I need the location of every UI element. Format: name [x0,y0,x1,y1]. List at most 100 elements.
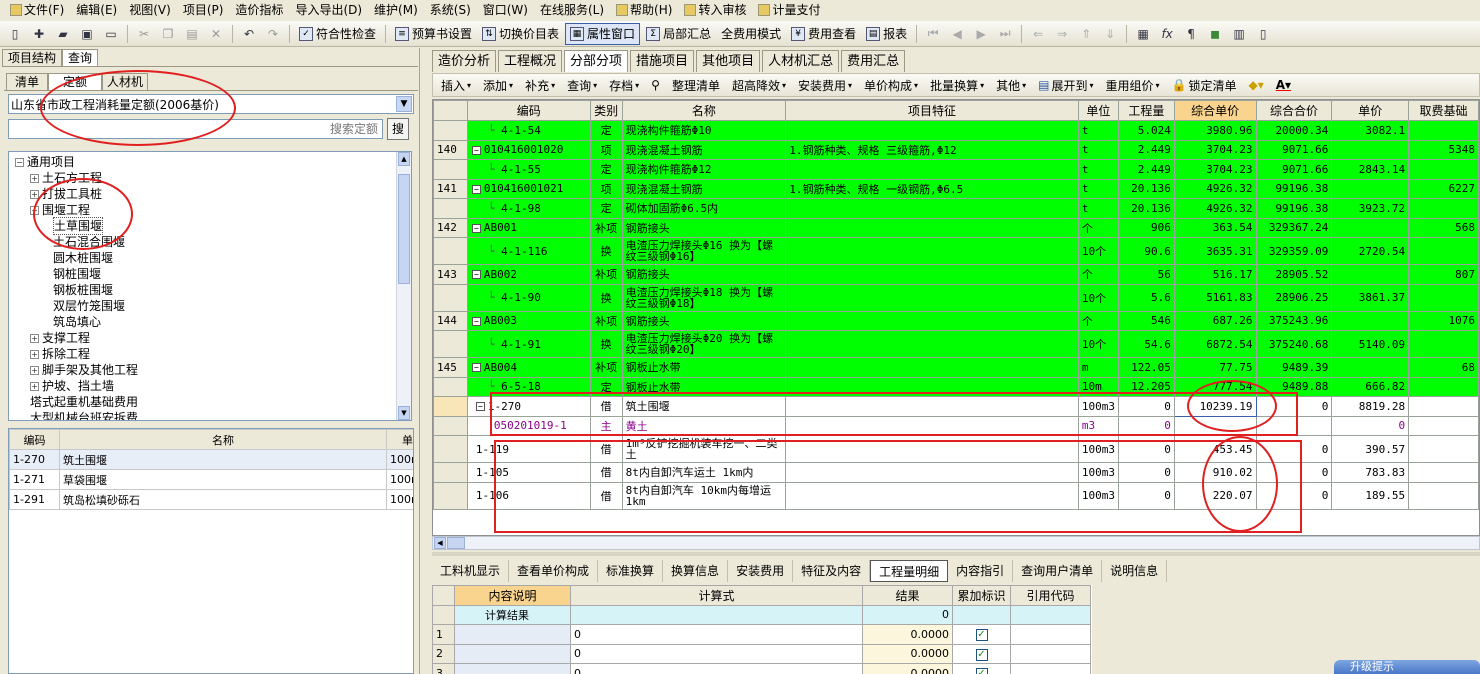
col-unit[interactable]: 单 [386,429,413,450]
col-header[interactable]: 内容说明 [454,585,571,606]
tab-detail-7[interactable]: 内容指引 [948,560,1014,582]
first-icon[interactable]: ⏮ [922,23,944,45]
cell-ref-code[interactable] [1010,643,1091,664]
table-row[interactable]: └ 4-1-98 定砌体加固筋Φ6.5内 t 20.136 4926.32 99196.3… [433,198,1479,219]
scroll-thumb[interactable] [398,174,410,284]
col-name[interactable]: 名称 [58,429,388,450]
checkbox-checked-icon[interactable]: ✓ [975,668,988,674]
menu-item[interactable]: 造价指标 [229,1,289,19]
report-button[interactable]: ▤ 报表 [862,23,911,45]
tab-1[interactable]: 工程概况 [498,50,563,72]
col-header[interactable] [433,100,468,121]
folder-icon[interactable]: ▭ [100,23,122,45]
col-header[interactable]: 取费基础 [1408,100,1479,121]
col-header[interactable]: 单位 [1077,100,1119,121]
menu-item[interactable]: 窗口(W) [477,1,534,19]
list-item[interactable]: 1-291筑岛松填砂砾石100m [9,489,413,510]
tree-node[interactable]: 圆木桩围堰 [53,250,113,266]
collapse-icon[interactable]: − [471,363,481,373]
tree-node[interactable]: 筑岛填心 [53,314,101,330]
scroll-thumb[interactable] [447,537,465,549]
move-right-icon[interactable]: ⇒ [1051,23,1073,45]
switch-price-table-button[interactable]: ⇅ 切换价目表 [478,23,563,45]
expand-icon[interactable]: + [30,333,39,343]
menu-item[interactable]: 计量支付 [752,1,826,19]
cell-ref-code[interactable] [1010,604,1091,625]
chevron-down-icon[interactable]: ▼ [396,96,412,112]
menu-item[interactable]: 转入审核 [678,1,752,19]
collapse-icon[interactable]: − [471,145,481,155]
table-row[interactable]: 140−010416001020 项现浇混凝土钢筋 1.钢筋种类、规格 三级箍筋,Φ… [433,139,1479,160]
menu-item[interactable]: 系统(S) [424,1,477,19]
new-file-icon[interactable]: ▯ [4,23,26,45]
binoculars-icon[interactable]: ⚲ [645,78,666,92]
menu-item[interactable]: 文件(F) [4,1,70,19]
tab-4[interactable]: 其他项目 [696,50,761,72]
horizontal-scrollbar[interactable]: ◀ [432,536,1480,550]
col-header[interactable]: 累加标识 [952,585,1011,606]
redo-icon[interactable]: ↷ [262,23,284,45]
tab-detail-8[interactable]: 查询用户清单 [1013,560,1103,582]
tab-detail-1[interactable]: 查看单价构成 [509,560,599,582]
undo-icon[interactable]: ↶ [238,23,260,45]
save-icon[interactable]: ▣ [76,23,98,45]
collapse-icon[interactable]: − [15,157,24,167]
tab-bill[interactable]: 清单 [6,73,49,90]
cell-desc[interactable]: 计算结果 [454,604,571,625]
toolbar-button[interactable]: 重用组价 ▾ [1100,77,1166,94]
tree-node[interactable]: 钢桩围堰 [53,266,101,282]
cell-desc[interactable] [454,643,571,664]
calculator-icon[interactable]: ▦ [1132,23,1154,45]
tab-detail-2[interactable]: 标准换算 [598,560,664,582]
menu-item[interactable]: 帮助(H) [610,1,678,19]
col-header[interactable]: 结果 [862,585,953,606]
tree-node[interactable]: + 脚手架及其他工程 [30,362,138,378]
table-row[interactable]: 143− AB002 补项 钢筋接头 个 56 516.17 28905.52 807 [433,264,1479,285]
menu-item[interactable]: 编辑(E) [70,1,123,19]
cell-accumulate-flag[interactable]: ✓ [952,663,1011,674]
list-item[interactable]: 1-270筑土围堰100m [9,449,413,470]
tab-2[interactable]: 分部分项 [564,50,629,72]
col-header[interactable]: 类别 [589,100,623,121]
cell-desc[interactable] [454,663,571,674]
table-row[interactable]: └ 4-1-91 换电渣压力焊接头Φ20 换为【螺纹三级钢Φ20】 10个 54.6 6… [433,330,1479,358]
table-row[interactable]: └ 4-1-54 定现浇构件箍筋Φ10 t 5.024 3980.96 20000.34 3… [433,120,1479,141]
collapse-icon[interactable]: − [475,402,485,412]
copy-icon[interactable]: ❐ [157,23,179,45]
scroll-left-icon[interactable]: ◀ [434,537,446,549]
col-header[interactable]: 单价 [1331,100,1410,121]
move-left-icon[interactable]: ⇐ [1027,23,1049,45]
col-header[interactable]: 综合合价 [1255,100,1333,121]
toolbar-button[interactable]: ▤ 展开到 ▾ [1032,77,1099,94]
move-down-icon[interactable]: ⇓ [1099,23,1121,45]
menu-item[interactable]: 视图(V) [123,1,177,19]
cut-icon[interactable]: ✂ [133,23,155,45]
expand-icon[interactable]: + [30,173,39,183]
toolbar-button[interactable]: 整理清单 [666,77,726,94]
table-row[interactable]: 1 0 0.0000 ✓ [432,624,1091,645]
tab-project-structure[interactable]: 项目结构 [2,49,63,66]
local-summary-button[interactable]: Σ 局部汇总 [642,23,715,45]
toolbar-button[interactable]: 补充 ▾ [519,77,561,94]
cell-accumulate-flag[interactable]: ✓ [952,643,1011,664]
document-icon[interactable]: ▯ [1252,23,1274,45]
collapse-icon[interactable]: − [471,223,481,233]
scroll-down-icon[interactable]: ▼ [398,406,410,420]
cell-formula[interactable]: 0 [570,643,863,664]
next-icon[interactable]: ▶ [970,23,992,45]
fill-color-icon[interactable]: ◆▾ [1243,78,1270,92]
table-row[interactable]: └ 4-1-55 定现浇构件箍筋Φ12 t 2.449 3704.23 9071.66 28… [433,159,1479,180]
delete-icon[interactable]: ✕ [205,23,227,45]
cell-accumulate-flag[interactable]: ✓ [952,624,1011,645]
table-row[interactable]: 145− AB004 补项 钢板止水带 m 122.05 77.75 9489.39 68 [433,357,1479,378]
tab-detail-3[interactable]: 换算信息 [663,560,729,582]
fee-view-button[interactable]: ¥ 费用查看 [787,23,860,45]
checkbox-checked-icon[interactable]: ✓ [975,629,988,642]
tree-node[interactable]: + 支撑工程 [30,330,90,346]
col-header[interactable]: 工程量 [1117,100,1175,121]
col-header[interactable]: 引用代码 [1010,585,1091,606]
tab-detail-5[interactable]: 特征及内容 [793,560,871,582]
table-row[interactable]: 计算结果 0 [432,604,1091,625]
toolbar-button[interactable]: 添加 ▾ [477,77,519,94]
col-header[interactable]: 编码 [466,100,591,121]
